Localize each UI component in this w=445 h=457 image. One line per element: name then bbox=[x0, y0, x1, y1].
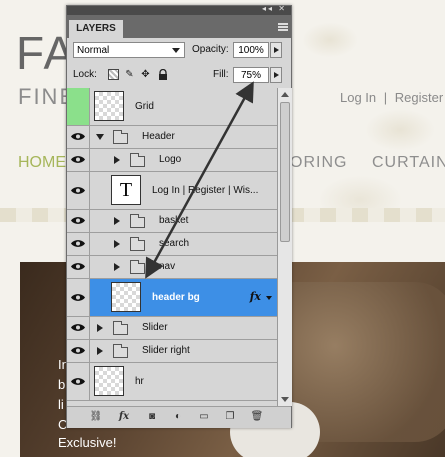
annotation-arrow bbox=[145, 81, 254, 279]
